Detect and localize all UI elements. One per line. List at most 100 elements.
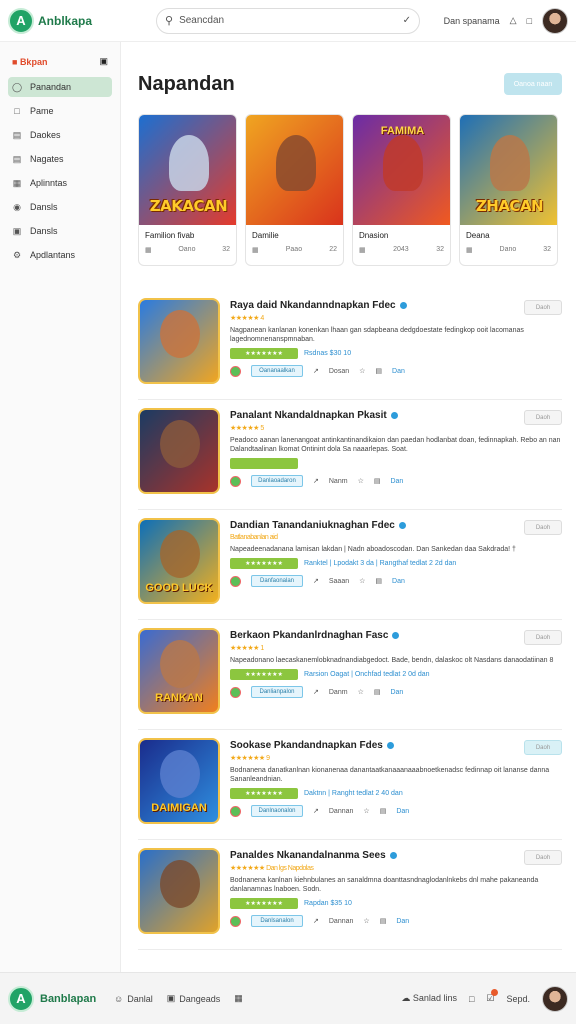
install-button[interactable]: Danlianpalon — [251, 686, 303, 698]
share-icon[interactable]: ↗ — [313, 367, 319, 375]
app-title[interactable]: Raya daid Nkandanndnapkan Fdec — [230, 300, 562, 311]
sidebar-item-label: Pame — [30, 106, 54, 116]
list-item[interactable]: RANKAN Berkaon Pkandanlrdnaghan Fasc ★★★… — [138, 620, 562, 730]
share-icon[interactable]: ↗ — [313, 477, 319, 485]
bottom-link-0[interactable]: ☁ Sanlad lins — [401, 993, 457, 1004]
install-button[interactable]: Danlaoadaron — [251, 475, 303, 487]
main-content: Napandan Oanoa naan ZAKACAN Familion fiv… — [122, 42, 576, 972]
list-item[interactable]: Panaldes Nkanandalnanma Sees ★★★★★★ Dan … — [138, 840, 562, 950]
app-thumbnail[interactable] — [138, 298, 220, 384]
search-input[interactable]: ⚲ Seancdan ✓ — [156, 7, 420, 34]
sidebar-item-0[interactable]: ◯ Panandan — [8, 77, 112, 97]
menu-icon[interactable]: ▤ — [374, 477, 381, 485]
get-button[interactable]: Daoh — [524, 630, 562, 645]
action-a[interactable]: Dannan — [329, 808, 354, 815]
get-button[interactable]: Daoh — [524, 410, 562, 425]
action-b[interactable]: Dan — [390, 689, 403, 696]
action-a[interactable]: Nanm — [329, 478, 348, 485]
bottom-nav-item-2[interactable]: ▦ — [234, 993, 243, 1004]
app-title[interactable]: Berkaon Pkandanlrdnaghan Fasc — [230, 630, 562, 641]
install-button[interactable]: Danfaonalan — [251, 575, 303, 587]
header-action-button[interactable]: Oanoa naan — [504, 73, 562, 95]
app-thumbnail[interactable]: DAIMIGAN — [138, 738, 220, 824]
star-icon[interactable]: ☆ — [359, 577, 365, 585]
menu-icon[interactable]: ▤ — [375, 577, 382, 585]
sidebar-item-7[interactable]: ⚙ Apdlantans — [8, 245, 112, 265]
action-b[interactable]: Dan — [396, 808, 409, 815]
app-title[interactable]: Panaldes Nkanandalnanma Sees — [230, 850, 562, 861]
bottom-nav-item-0[interactable]: ☺ Danlal — [114, 994, 153, 1004]
bottom-logo[interactable]: A Banblapan — [8, 985, 110, 1012]
window-icon[interactable]: □ — [527, 16, 532, 26]
app-thumbnail[interactable]: GOOD LUCK — [138, 518, 220, 604]
featured-card[interactable]: ZHACAN Deana ▦ Dano 32 — [459, 114, 558, 266]
verified-icon — [389, 852, 397, 859]
app-thumbnail[interactable] — [138, 848, 220, 934]
list-item[interactable]: DAIMIGAN Sookase Pkandandnapkan Fdes ★★★… — [138, 730, 562, 840]
featured-card[interactable]: Damilie ▦ Paao 22 — [245, 114, 344, 266]
price-text: Rsdnas $30 10 — [304, 350, 352, 357]
list-item[interactable]: Raya daid Nkandanndnapkan Fdec ★★★★★ 4 N… — [138, 290, 562, 400]
menu-icon[interactable]: ▤ — [380, 807, 387, 815]
avatar[interactable] — [542, 985, 568, 1012]
sidebar-item-1[interactable]: □ Pame — [8, 101, 112, 121]
star-icon[interactable]: ☆ — [358, 688, 364, 696]
app-thumbnail[interactable]: RANKAN — [138, 628, 220, 714]
share-icon[interactable]: ↗ — [313, 917, 319, 925]
notification-icon[interactable]: ☑ — [486, 989, 499, 1004]
star-icon[interactable]: ☆ — [358, 477, 364, 485]
mic-icon[interactable]: ✓ — [403, 15, 411, 26]
install-button[interactable]: Oananaalkan — [251, 365, 303, 377]
sidebar-item-3[interactable]: ▤ Nagates — [8, 149, 112, 169]
action-a[interactable]: Dannan — [329, 918, 354, 925]
avatar[interactable] — [542, 7, 568, 34]
action-b[interactable]: Dan — [390, 478, 403, 485]
bottom-bar: A Banblapan ☺ Danlal ▣ Dangeads ▦ ☁ Sanlad… — [0, 972, 576, 1024]
bottom-nav-item-1[interactable]: ▣ Dangeads — [167, 993, 221, 1004]
status-icon — [230, 686, 241, 698]
action-b[interactable]: Dan — [392, 368, 405, 375]
share-icon[interactable]: ↗ — [313, 807, 319, 815]
sidebar-item-6[interactable]: ▣ Dansls — [8, 221, 112, 241]
collapse-icon[interactable]: ▣ — [99, 56, 108, 67]
featured-card[interactable]: FAMIMA Dnasion ▦ 2043 32 — [352, 114, 451, 266]
action-a[interactable]: Saaan — [329, 578, 349, 585]
sidebar-item-5[interactable]: ◉ Dansls — [8, 197, 112, 217]
featured-card[interactable]: ZAKACAN Familion fivab ▦ Oano 32 — [138, 114, 237, 266]
action-b[interactable]: Dan — [392, 578, 405, 585]
bottom-link-1[interactable]: Sepd. — [506, 994, 530, 1004]
share-icon[interactable]: ↗ — [313, 688, 319, 696]
star-icon[interactable]: ☆ — [359, 367, 365, 375]
action-a[interactable]: Danm — [329, 689, 348, 696]
list-item[interactable]: GOOD LUCK Dandian Tanandaniuknaghan Fdec… — [138, 510, 562, 620]
grid-icon: ▦ — [359, 247, 366, 254]
app-logo[interactable]: A Anblkapa — [8, 7, 156, 34]
screen-icon[interactable]: □ — [469, 994, 474, 1004]
bell-icon[interactable]: △ — [510, 15, 517, 26]
list-item[interactable]: Panalant Nkandaldnapkan Pkasit ★★★★★ 5 P… — [138, 400, 562, 510]
app-thumbnail[interactable] — [138, 408, 220, 494]
share-icon[interactable]: ↗ — [313, 577, 319, 585]
get-button[interactable]: Daoh — [524, 520, 562, 535]
get-button[interactable]: Daoh — [524, 740, 562, 755]
account-link[interactable]: Dan spanama — [444, 16, 500, 26]
install-button[interactable]: Danlnaonalon — [251, 805, 303, 817]
bottom-logo-text: Banblapan — [40, 992, 97, 1005]
card-artwork: ZHACAN — [460, 115, 557, 225]
app-title[interactable]: Dandian Tanandaniuknaghan Fdec — [230, 520, 562, 531]
star-icon[interactable]: ☆ — [363, 807, 369, 815]
app-title[interactable]: Sookase Pkandandnapkan Fdes — [230, 740, 562, 751]
get-button[interactable]: Daoh — [524, 300, 562, 315]
action-b[interactable]: Dan — [396, 918, 409, 925]
get-button[interactable]: Daoh — [524, 850, 562, 865]
action-a[interactable]: Dosan — [329, 368, 349, 375]
star-icon[interactable]: ☆ — [363, 917, 369, 925]
sidebar-item-2[interactable]: ▤ Daokes — [8, 125, 112, 145]
app-title[interactable]: Panalant Nkandaldnapkan Pkasit — [230, 410, 562, 421]
sidebar-item-4[interactable]: ▦ Aplinntas — [8, 173, 112, 193]
menu-icon[interactable]: ▤ — [374, 688, 381, 696]
card-title: Damilie — [252, 231, 279, 240]
install-button[interactable]: Danlsanalon — [251, 915, 303, 927]
menu-icon[interactable]: ▤ — [375, 367, 382, 375]
menu-icon[interactable]: ▤ — [380, 917, 387, 925]
